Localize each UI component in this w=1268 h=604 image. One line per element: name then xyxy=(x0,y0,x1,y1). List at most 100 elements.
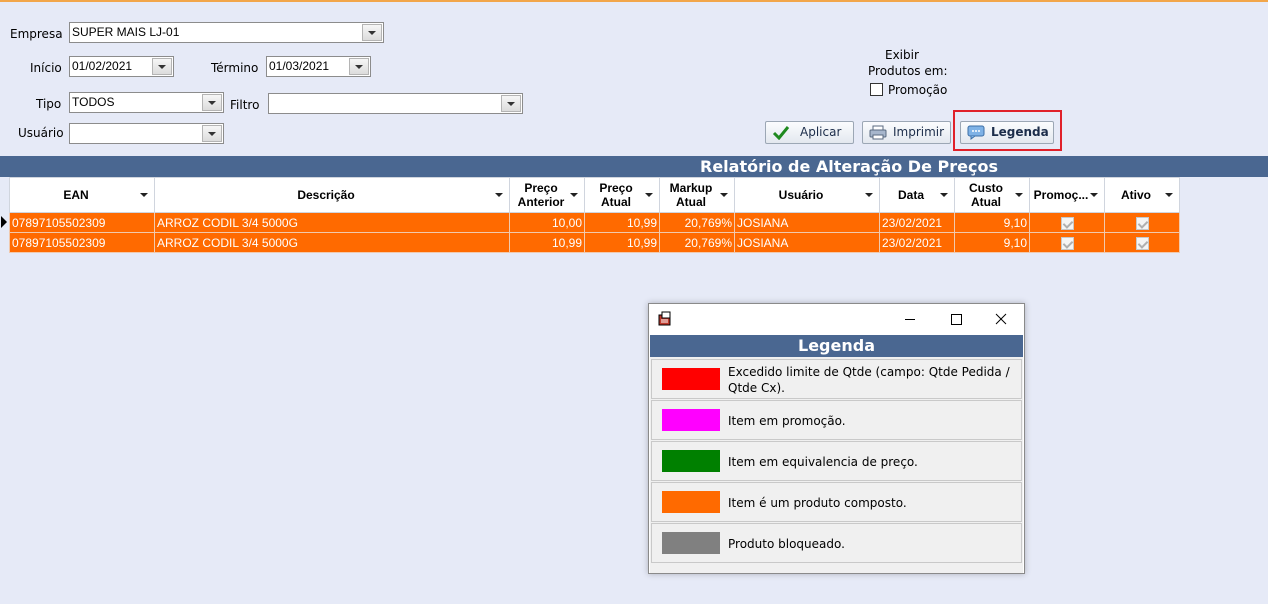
cell-ean[interactable]: 07897105502309 xyxy=(9,232,155,253)
sort-arrow-icon[interactable] xyxy=(940,193,948,197)
column-header-data[interactable]: Data xyxy=(879,177,955,213)
filtro-label: Filtro xyxy=(230,98,260,112)
cell-data[interactable]: 23/02/2021 xyxy=(879,232,955,253)
chevron-down-icon[interactable] xyxy=(349,58,369,75)
legend-swatch xyxy=(662,409,720,431)
chevron-down-icon[interactable] xyxy=(152,58,172,75)
cell-descricao[interactable]: ARROZ CODIL 3/4 5000G xyxy=(154,212,510,233)
printer-icon xyxy=(869,125,887,140)
cell-markup[interactable]: 20,769% xyxy=(659,232,735,253)
column-header-markup-atual[interactable]: Markup Atual xyxy=(659,177,735,213)
list-item: Item em equivalencia de preço. xyxy=(651,441,1022,481)
cell-data[interactable]: 23/02/2021 xyxy=(879,212,955,233)
sort-arrow-icon[interactable] xyxy=(1090,193,1098,197)
usuario-select[interactable] xyxy=(69,123,224,144)
cell-descricao[interactable]: ARROZ CODIL 3/4 5000G xyxy=(154,232,510,253)
top-accent-line xyxy=(0,0,1268,2)
cell-ativo[interactable] xyxy=(1104,212,1180,233)
cell-preco-anterior[interactable]: 10,99 xyxy=(509,232,585,253)
column-header-label: Data xyxy=(897,188,924,202)
table-header-row: EAN Descrição Preço Anterior Preço Atual… xyxy=(9,177,1180,213)
cell-custo[interactable]: 9,10 xyxy=(954,232,1030,253)
minimize-icon[interactable] xyxy=(887,304,933,335)
chevron-down-icon[interactable] xyxy=(202,94,222,111)
cell-promocao[interactable] xyxy=(1029,232,1105,253)
column-header-promocao[interactable]: Promoç... xyxy=(1029,177,1105,213)
column-header-label: Promoç... xyxy=(1033,188,1089,202)
checkmark-icon xyxy=(772,126,790,140)
legend-text: Item é um produto composto. xyxy=(728,496,907,510)
cell-ativo[interactable] xyxy=(1104,232,1180,253)
tipo-value: TODOS xyxy=(72,95,115,109)
cell-ean[interactable]: 07897105502309 xyxy=(9,212,155,233)
tipo-label: Tipo xyxy=(36,97,62,111)
legend-swatch xyxy=(662,532,720,554)
imprimir-label: Imprimir xyxy=(893,125,945,139)
legend-swatch xyxy=(662,368,720,390)
tipo-select[interactable]: TODOS xyxy=(69,92,224,113)
list-item: Produto bloqueado. xyxy=(651,523,1022,563)
column-header-descricao[interactable]: Descrição xyxy=(154,177,510,213)
table-row[interactable]: 07897105502309 ARROZ CODIL 3/4 5000G 10,… xyxy=(9,232,1180,253)
column-header-label: Usuário xyxy=(778,188,824,202)
cell-markup[interactable]: 20,769% xyxy=(659,212,735,233)
promocao-checkbox[interactable] xyxy=(870,83,883,96)
legend-text: Item em equivalencia de preço. xyxy=(728,455,918,469)
maximize-icon[interactable] xyxy=(933,304,979,335)
termino-value: 01/03/2021 xyxy=(269,59,330,73)
cell-preco-anterior[interactable]: 10,00 xyxy=(509,212,585,233)
table-row[interactable]: 07897105502309 ARROZ CODIL 3/4 5000G 10,… xyxy=(9,212,1180,233)
cell-preco-atual[interactable]: 10,99 xyxy=(584,212,660,233)
legend-list: Excedido limite de Qtde (campo: Qtde Ped… xyxy=(650,357,1023,573)
inicio-label: Início xyxy=(30,61,62,75)
sort-arrow-icon[interactable] xyxy=(570,193,578,197)
dialog-title: Legenda xyxy=(650,335,1023,357)
legend-swatch xyxy=(662,450,720,472)
termino-date-picker[interactable]: 01/03/2021 xyxy=(266,56,371,77)
sort-arrow-icon[interactable] xyxy=(495,193,503,197)
inicio-value: 01/02/2021 xyxy=(72,59,133,73)
cell-usuario[interactable]: JOSIANA xyxy=(734,232,880,253)
chevron-down-icon[interactable] xyxy=(501,95,521,112)
sort-arrow-icon[interactable] xyxy=(1165,193,1173,197)
empresa-value: SUPER MAIS LJ-01 xyxy=(72,25,180,39)
sort-arrow-icon[interactable] xyxy=(645,193,653,197)
imprimir-button[interactable]: Imprimir xyxy=(862,121,951,144)
sort-arrow-icon[interactable] xyxy=(1015,193,1023,197)
cell-custo[interactable]: 9,10 xyxy=(954,212,1030,233)
column-header-preco-anterior[interactable]: Preço Anterior xyxy=(509,177,585,213)
sort-arrow-icon[interactable] xyxy=(720,193,728,197)
price-change-table: EAN Descrição Preço Anterior Preço Atual… xyxy=(9,177,1180,253)
filtro-select[interactable] xyxy=(268,93,523,114)
chevron-down-icon[interactable] xyxy=(202,125,222,142)
sort-arrow-icon[interactable] xyxy=(865,193,873,197)
column-header-label: Preço Atual xyxy=(599,181,633,209)
list-item: Item é um produto composto. xyxy=(651,482,1022,522)
aplicar-button[interactable]: Aplicar xyxy=(765,121,854,144)
checked-checkbox-icon[interactable] xyxy=(1135,236,1149,250)
checked-checkbox-icon[interactable] xyxy=(1135,216,1149,230)
cell-promocao[interactable] xyxy=(1029,212,1105,233)
legenda-dialog: Legenda Excedido limite de Qtde (campo: … xyxy=(648,303,1025,574)
chevron-down-icon[interactable] xyxy=(362,24,382,41)
close-icon[interactable] xyxy=(978,304,1024,335)
column-header-ativo[interactable]: Ativo xyxy=(1104,177,1180,213)
inicio-date-picker[interactable]: 01/02/2021 xyxy=(69,56,174,77)
column-header-preco-atual[interactable]: Preço Atual xyxy=(584,177,660,213)
checked-checkbox-icon[interactable] xyxy=(1060,216,1074,230)
checked-checkbox-icon[interactable] xyxy=(1060,236,1074,250)
empresa-label: Empresa xyxy=(10,27,63,41)
cell-preco-atual[interactable]: 10,99 xyxy=(584,232,660,253)
column-header-label: EAN xyxy=(63,188,89,202)
cell-usuario[interactable]: JOSIANA xyxy=(734,212,880,233)
column-header-ean[interactable]: EAN xyxy=(9,177,155,213)
sort-arrow-icon[interactable] xyxy=(140,193,148,197)
list-item: Excedido limite de Qtde (campo: Qtde Ped… xyxy=(651,359,1022,399)
column-header-label: Ativo xyxy=(1121,188,1151,202)
dialog-titlebar[interactable] xyxy=(649,304,1024,335)
empresa-select[interactable]: SUPER MAIS LJ-01 xyxy=(69,22,384,43)
legend-text: Produto bloqueado. xyxy=(728,537,845,551)
column-header-custo-atual[interactable]: Custo Atual xyxy=(954,177,1030,213)
column-header-usuario[interactable]: Usuário xyxy=(734,177,880,213)
report-title-bar: Relatório de Alteração De Preços xyxy=(0,156,1268,177)
